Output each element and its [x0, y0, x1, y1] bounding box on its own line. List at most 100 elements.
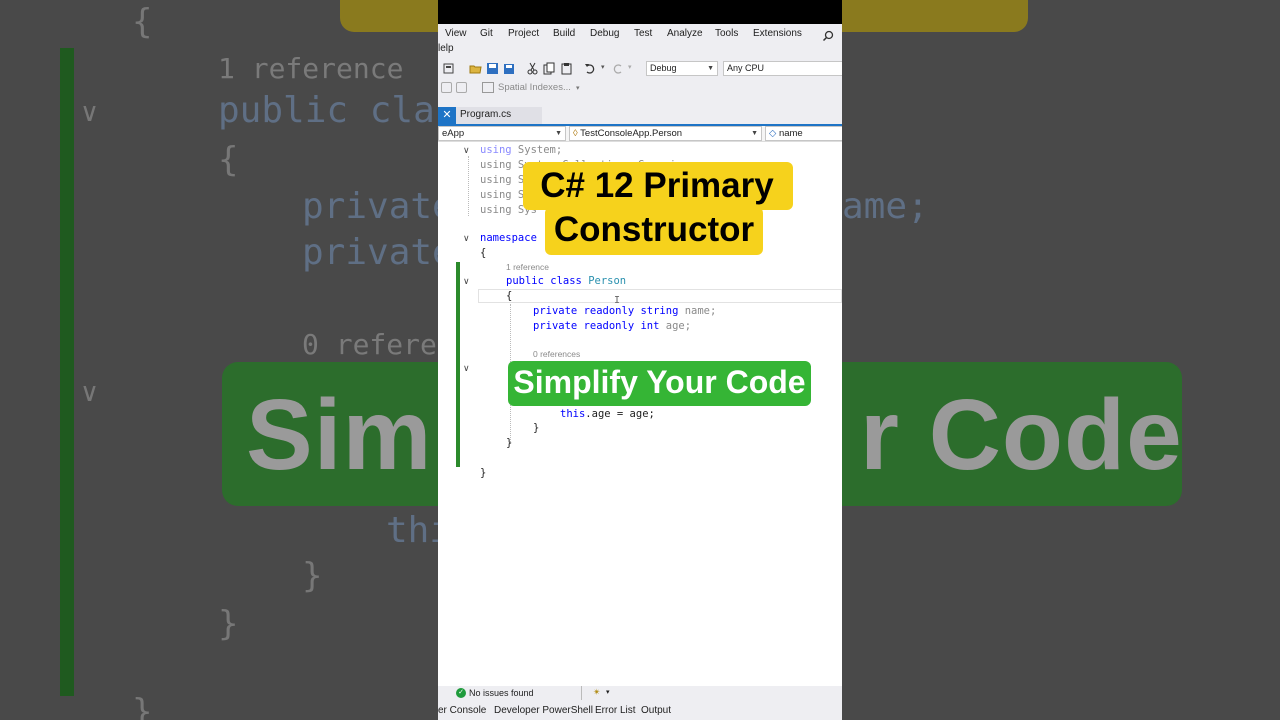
bg-green-text-left: Sim — [246, 379, 433, 491]
caption-title-line-1: C# 12 Primary — [540, 166, 774, 205]
type-dropdown[interactable]: ◊ TestConsoleApp.Person ▼ — [569, 126, 762, 141]
class-name: Person — [588, 275, 627, 287]
project-dropdown[interactable]: eApp ▼ — [438, 126, 566, 141]
menu-tools[interactable]: Tools — [715, 28, 738, 39]
bg-close-2: } — [218, 604, 239, 644]
toolbar-icon-b[interactable] — [456, 82, 467, 93]
member-dropdown[interactable]: ◇ name — [765, 126, 842, 141]
code-field-name: private readonly string name; — [533, 305, 716, 317]
save-icon[interactable] — [486, 62, 499, 75]
spatial-indexes-button[interactable]: Spatial Indexes... — [498, 82, 571, 93]
toolbar: ▾ ▾ Debug ▼ Any CPU Spatial Indexes... ▾ — [438, 58, 842, 106]
bg-chevron-2-icon: ∨ — [80, 378, 100, 408]
field-icon: ◇ — [769, 128, 777, 139]
search-icon[interactable] — [822, 30, 834, 42]
status-divider — [581, 686, 582, 700]
menu-analyze[interactable]: Analyze — [667, 28, 703, 39]
code-using-4: using S — [480, 189, 525, 201]
menu-view[interactable]: View — [445, 28, 467, 39]
configuration-value: Debug — [650, 63, 677, 73]
codelens-references-1[interactable]: 1 reference — [506, 262, 549, 272]
bg-green-text-right: r Code — [860, 379, 1183, 491]
project-value: eApp — [442, 128, 465, 139]
bg-private-1: private — [302, 186, 454, 227]
toolbar-icon-a[interactable] — [441, 82, 452, 93]
class-keywords: public class — [506, 275, 589, 287]
bg-close-1: } — [302, 556, 323, 596]
using-rest: System; — [511, 144, 563, 156]
fold-usings-icon[interactable]: ∨ — [463, 146, 470, 156]
tab-developer-powershell[interactable]: Developer PowerShell — [494, 705, 593, 716]
bg-class-line: public clas — [218, 90, 457, 131]
class-icon: ◊ — [573, 128, 578, 139]
caption-subtitle: Simplify Your Code — [513, 364, 806, 400]
platform-value: Any CPU — [727, 63, 765, 73]
member-value: name — [778, 128, 803, 139]
code-field-age: private readonly int age; — [533, 320, 691, 332]
chevron-down-icon: ▼ — [751, 130, 758, 137]
chevron-down-icon: ▼ — [555, 130, 562, 137]
tab-package-manager-console[interactable]: er Console — [438, 705, 486, 716]
configuration-select[interactable]: Debug ▼ — [646, 61, 718, 76]
ide-window: View Git Project Build Debug Test Analyz… — [438, 0, 842, 720]
bg-close-3: } — [132, 692, 153, 720]
copy-icon[interactable] — [543, 62, 556, 75]
caption-title-line-2: Constructor — [553, 210, 755, 249]
tab-error-list[interactable]: Error List — [595, 705, 636, 716]
save-all-icon[interactable] — [502, 62, 515, 75]
field2-identifier: age; — [665, 320, 692, 332]
grid-icon[interactable] — [482, 82, 494, 93]
type-value: TestConsoleApp.Person — [580, 128, 683, 139]
tab-output[interactable]: Output — [641, 705, 671, 716]
close-icon[interactable]: ✕ — [438, 107, 456, 124]
code-class-close: } — [506, 437, 513, 449]
new-item-icon[interactable] — [443, 62, 456, 75]
undo-icon[interactable] — [584, 62, 597, 75]
change-indicator — [456, 262, 460, 467]
fold-namespace-icon[interactable]: ∨ — [463, 234, 470, 244]
title-bar — [438, 0, 842, 24]
code-ns-brace: { — [480, 247, 487, 259]
using-keyword: using — [480, 144, 512, 156]
video-frame: { 1 reference ∨ public clas { private am… — [0, 0, 1280, 720]
menu-git[interactable]: Git — [480, 28, 493, 39]
bg-brace: { — [218, 140, 239, 180]
bg-name-tail: ame; — [842, 186, 929, 227]
open-folder-icon[interactable] — [469, 62, 482, 75]
tab-program-cs[interactable]: ✕ Program.cs — [438, 107, 542, 124]
menu-help[interactable]: lelp — [438, 43, 454, 54]
status-bar: ✓ No issues found ✴ ▾ — [438, 686, 842, 700]
bg-private-2: private — [302, 232, 454, 273]
code-using-1: using System; — [480, 144, 562, 156]
chevron-down-icon: ▼ — [707, 65, 714, 72]
menu-test[interactable]: Test — [634, 28, 652, 39]
menu-extensions[interactable]: Extensions — [753, 28, 802, 39]
menu-build[interactable]: Build — [553, 28, 575, 39]
document-tabs: ✕ Program.cs — [438, 106, 842, 124]
issues-status[interactable]: No issues found — [469, 688, 534, 698]
fold-class-icon[interactable]: ∨ — [463, 277, 470, 287]
bg-lens-1: 1 reference — [218, 52, 404, 85]
spatial-dropdown-icon[interactable]: ▾ — [576, 84, 580, 92]
bg-chevron-1-icon: ∨ — [80, 98, 100, 128]
menu-bar: View Git Project Build Debug Test Analyz… — [438, 24, 842, 58]
menu-project[interactable]: Project — [508, 28, 539, 39]
current-line-highlight — [478, 289, 842, 303]
undo-dropdown-icon[interactable]: ▾ — [601, 63, 605, 71]
fold-ctor-icon[interactable]: ∨ — [463, 364, 470, 374]
redo-dropdown-icon[interactable]: ▾ — [628, 63, 632, 71]
cleanup-dropdown-icon[interactable]: ▾ — [606, 688, 610, 696]
codelens-references-2[interactable]: 0 references — [533, 349, 580, 359]
code-ctor-close: } — [533, 422, 540, 434]
redo-icon[interactable] — [611, 62, 624, 75]
code-this-age: this.age = age; — [560, 408, 655, 420]
cleanup-brush-icon[interactable]: ✴ — [593, 687, 601, 698]
this-assignment: .age = age; — [585, 408, 655, 420]
paste-icon[interactable] — [560, 62, 573, 75]
menu-debug[interactable]: Debug — [590, 28, 619, 39]
platform-select[interactable]: Any CPU — [723, 61, 842, 76]
field1-identifier: name; — [684, 305, 717, 317]
cut-icon[interactable] — [526, 62, 539, 75]
field1-keywords: private readonly string — [533, 305, 685, 317]
bg-top-brace: { — [132, 2, 153, 42]
